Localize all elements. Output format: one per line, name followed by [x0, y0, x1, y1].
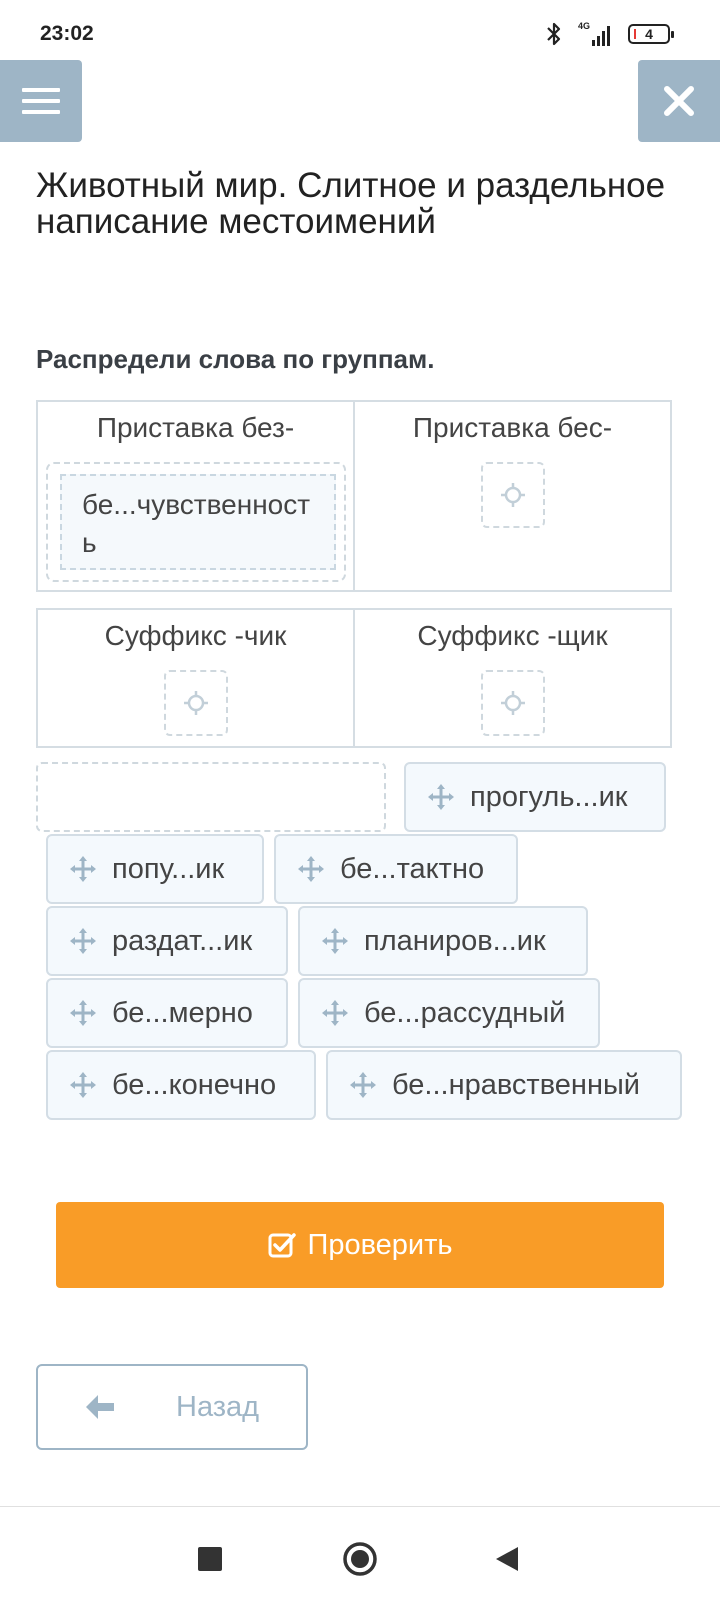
word-chip[interactable]: раздат...ик: [46, 906, 288, 976]
word-chip[interactable]: планиров...ик: [298, 906, 588, 976]
battery-icon: 4: [628, 24, 674, 44]
task-instruction: Распредели слова по группам.: [36, 344, 435, 374]
home-icon[interactable]: [342, 1541, 378, 1577]
word-chip[interactable]: бе...рассудный: [298, 978, 600, 1048]
group-suffix-chik: Суффикс -чик: [38, 610, 353, 746]
group-prefix-bez: Приставка без- бе...чувственность: [38, 402, 353, 590]
group-label: Суффикс -чик: [104, 620, 287, 651]
move-icon: [350, 1072, 376, 1098]
placed-word-chip[interactable]: бе...чувственность: [60, 474, 336, 570]
word-chip-label: бе...нравственный: [392, 1068, 641, 1101]
group-suffix-shchik: Суффикс -щик: [353, 610, 670, 746]
group-table-prefixes: Приставка без- бе...чувственность Приста…: [36, 400, 672, 592]
status-time: 23:02: [40, 22, 94, 45]
battery-level: 4: [645, 26, 653, 42]
nav-back-icon[interactable]: [494, 1545, 520, 1573]
back-button[interactable]: Назад: [36, 1364, 308, 1450]
move-icon: [322, 928, 348, 954]
move-icon: [70, 1000, 96, 1026]
checkbox-check-icon: [268, 1233, 297, 1258]
status-icons: 4G 4: [544, 20, 674, 48]
system-nav-bar: [0, 1506, 720, 1601]
word-chip-label: бе...тактно: [340, 852, 485, 885]
group-table-suffixes: Суффикс -чик Суффикс -щик: [36, 608, 672, 748]
word-chip[interactable]: прогуль...ик: [404, 762, 666, 832]
recents-icon[interactable]: [198, 1547, 222, 1571]
drop-target[interactable]: [163, 670, 228, 736]
bank-empty-slot: [36, 762, 386, 832]
bluetooth-icon: [547, 22, 561, 46]
crosshair-icon: [183, 691, 208, 715]
word-chip[interactable]: бе...мерно: [46, 978, 288, 1048]
menu-button[interactable]: [0, 60, 82, 142]
group-label: Приставка без-: [96, 412, 295, 443]
word-chip[interactable]: бе...конечно: [46, 1050, 316, 1120]
crosshair-icon: [500, 483, 525, 507]
word-chip-label: бе...конечно: [112, 1068, 277, 1101]
drop-target[interactable]: [480, 670, 545, 736]
back-button-label: Назад: [176, 1390, 260, 1423]
move-icon: [70, 1072, 96, 1098]
close-button[interactable]: [638, 60, 720, 142]
word-chip-label: бе...мерно: [112, 996, 253, 1029]
move-icon: [322, 1000, 348, 1026]
drop-target[interactable]: [480, 462, 545, 528]
crosshair-icon: [500, 691, 525, 715]
move-icon: [428, 784, 454, 810]
group-label: Приставка бес-: [412, 412, 613, 443]
page-title: Животный мир. Слитное и раздельное напис…: [36, 166, 666, 241]
status-bar: 23:02 4G 4: [0, 0, 720, 60]
signal-icon: 4G: [578, 21, 610, 46]
word-chip[interactable]: бе...нравственный: [326, 1050, 682, 1120]
word-chip-label: планиров...ик: [364, 924, 546, 957]
move-icon: [70, 928, 96, 954]
word-chip[interactable]: бе...тактно: [274, 834, 518, 904]
check-button-label: Проверить: [307, 1228, 453, 1261]
drop-zone-filled[interactable]: бе...чувственность: [46, 462, 346, 582]
word-chip[interactable]: попу...ик: [46, 834, 264, 904]
arrow-left-icon: [86, 1395, 114, 1419]
hamburger-icon: [22, 88, 60, 114]
move-icon: [298, 856, 324, 882]
check-button[interactable]: Проверить: [56, 1202, 664, 1288]
word-chip-label: попу...ик: [112, 852, 225, 885]
close-icon: [664, 86, 694, 116]
move-icon: [70, 856, 96, 882]
word-chip-label: раздат...ик: [112, 924, 253, 957]
group-prefix-bes: Приставка бес-: [353, 402, 670, 590]
network-label: 4G: [578, 21, 590, 31]
word-chip-label: прогуль...ик: [470, 780, 628, 813]
group-label: Суффикс -щик: [417, 620, 608, 651]
word-chip-label: бе...рассудный: [364, 996, 566, 1029]
